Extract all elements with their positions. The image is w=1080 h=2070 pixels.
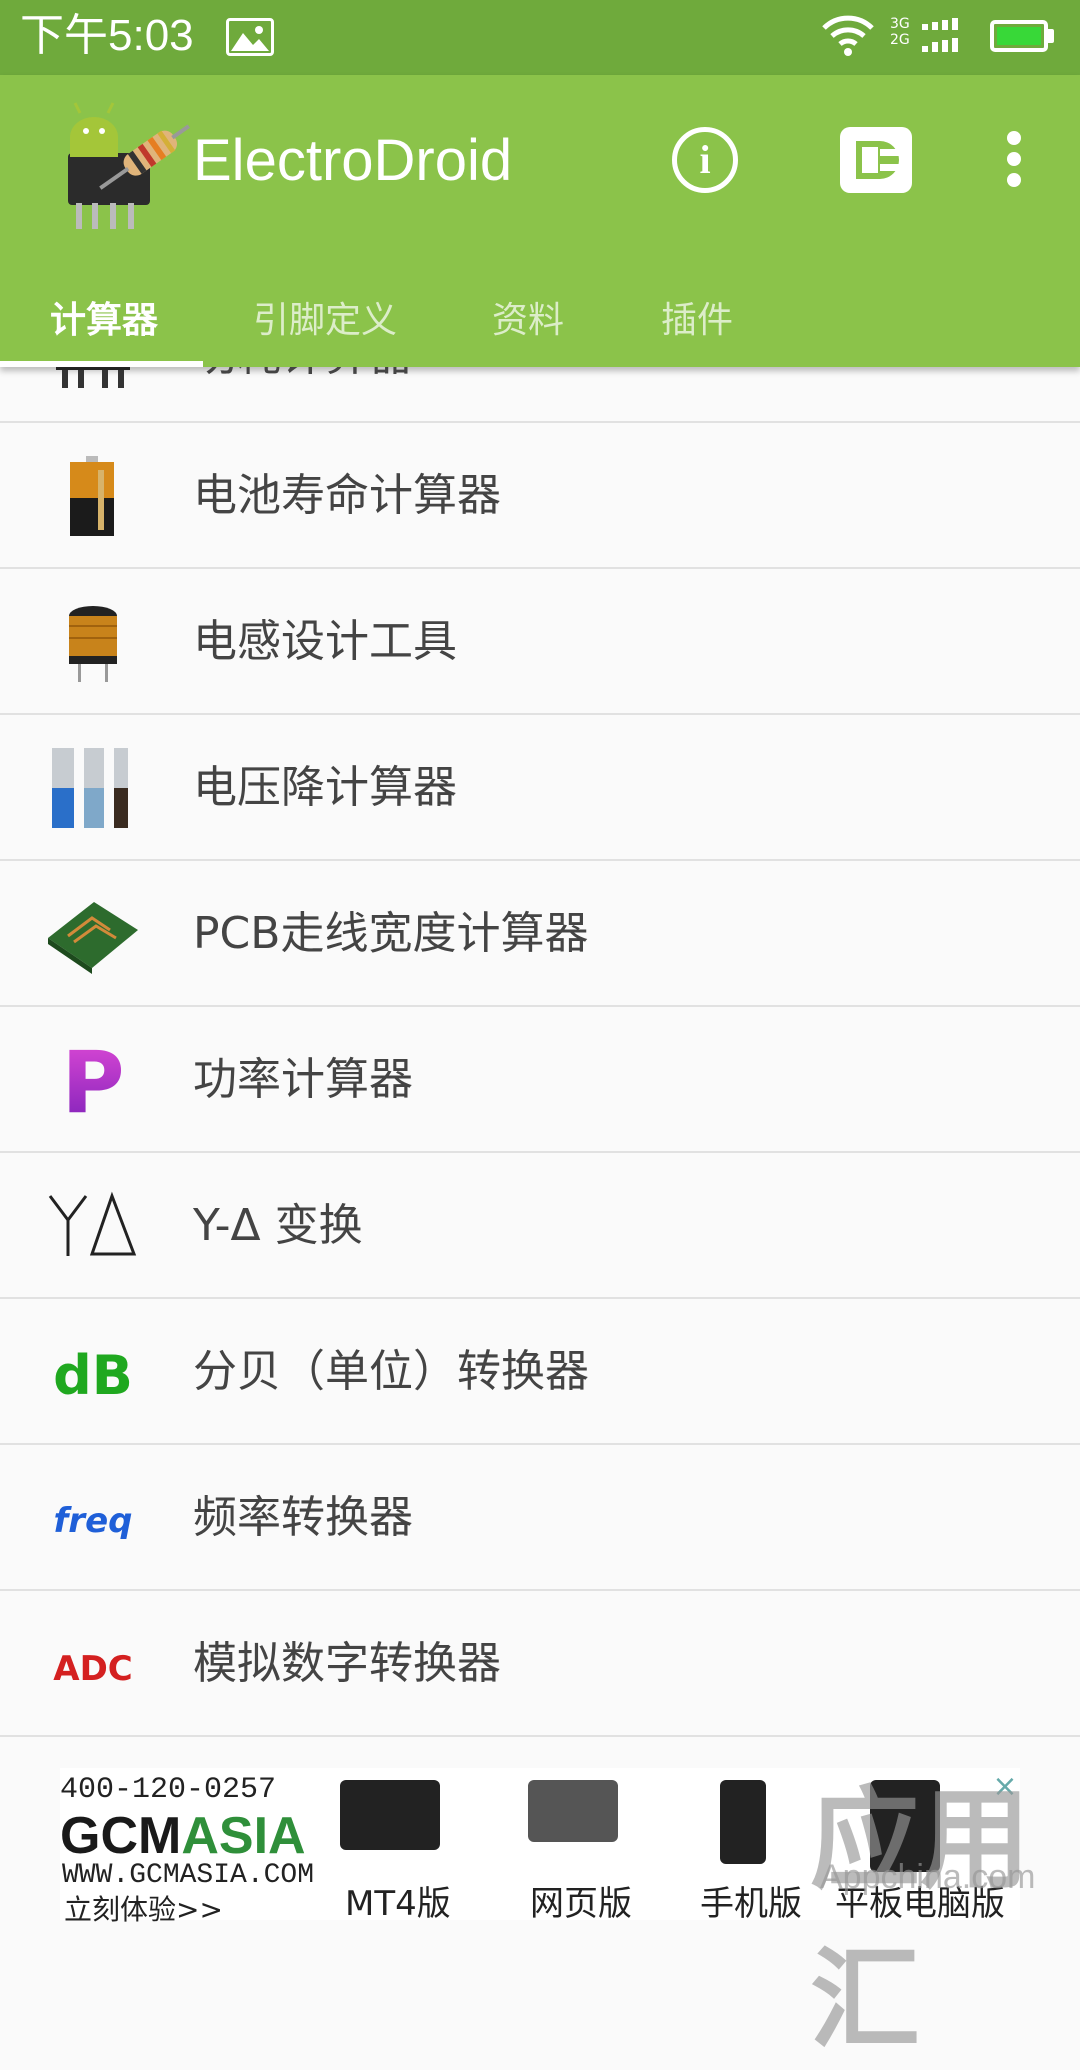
list-item[interactable]: dB 分贝（单位）转换器 (0, 1299, 1080, 1445)
tab-bar: 计算器 引脚定义 资料 插件 (0, 275, 1080, 367)
list-item-label: 模拟数字转换器 (193, 1638, 501, 1689)
monitor-icon (340, 1780, 440, 1850)
app-bar: ElectroDroid i 计算器 引脚定义 资料 插件 (0, 75, 1080, 367)
svg-text:freq: freq (54, 1501, 133, 1541)
power-p-icon: P (61, 1040, 124, 1120)
tab-pinouts[interactable]: 引脚定义 (253, 275, 397, 367)
wifi-icon (822, 15, 874, 56)
list-item-label: 电池寿命计算器 (193, 470, 501, 521)
inductor-icon (69, 606, 117, 682)
db-icon: dB (53, 1344, 133, 1407)
list-item[interactable]: Y-Δ 变换 (0, 1153, 1080, 1299)
tab-resources[interactable]: 资料 (492, 275, 564, 367)
ad-label-mobile: 手机版 (700, 1884, 802, 1924)
network-type: 3G 2G (890, 16, 910, 48)
list-item-label: 频率转换器 (193, 1492, 413, 1543)
ad-label-web: 网页版 (530, 1884, 632, 1924)
list-item-label: 电感设计工具 (193, 616, 457, 667)
wye-delta-icon (48, 1191, 137, 1256)
list-item[interactable]: PCB走线宽度计算器 (0, 861, 1080, 1007)
ad-label-mt4: MT4版 (345, 1884, 451, 1924)
list-item-label: Y-Δ 变换 (193, 1200, 363, 1251)
app-logo (68, 102, 190, 229)
tablet-icon (870, 1780, 940, 1872)
svg-text:P: P (61, 1040, 124, 1120)
list-item-label: 功耗计算器 (193, 367, 413, 429)
signal-icon (922, 18, 958, 52)
status-bar: 下午5:03 3G 2G (0, 0, 1080, 75)
ad-label-tablet: 平板电脑版 (835, 1884, 1005, 1924)
ad-brand: GCMASIA (60, 1807, 306, 1865)
app-title: ElectroDroid (193, 128, 513, 193)
ad-phone: 400-120-0257 (60, 1773, 277, 1807)
ad-site: WWW.GCMASIA.COM (62, 1860, 315, 1891)
laptop-icon (528, 1780, 618, 1842)
list-item-label: 分贝（单位）转换器 (193, 1346, 589, 1397)
more-vert-icon[interactable] (1000, 131, 1028, 191)
svg-text:ADC: ADC (53, 1649, 133, 1689)
list-item-label: 功率计算器 (193, 1054, 413, 1105)
ad-cta[interactable]: 立刻体验>> (64, 1888, 223, 1928)
list-item[interactable]: 功耗计算器 (0, 367, 1080, 423)
battery-icon (990, 20, 1048, 52)
ad-banner[interactable]: 400-120-0257 GCMASIA WWW.GCMASIA.COM 立刻体… (60, 1768, 1020, 1926)
adc-icon: ADC (53, 1649, 133, 1689)
list-item[interactable]: freq 频率转换器 (0, 1445, 1080, 1591)
battery-icon (70, 456, 114, 536)
status-time: 下午5:03 (20, 11, 194, 60)
svg-text:dB: dB (53, 1344, 133, 1407)
list-item[interactable]: 电压降计算器 (0, 715, 1080, 861)
phone-icon (720, 1780, 766, 1864)
calculator-list: 功耗计算器 电池寿命计算器 电感设计工具 电压降计 (0, 367, 1080, 1767)
close-icon[interactable]: × (990, 1772, 1020, 1802)
list-item[interactable]: ADC 模拟数字转换器 (0, 1591, 1080, 1737)
tab-calculators[interactable]: 计算器 (50, 275, 158, 367)
wire-icon (52, 748, 128, 828)
pcb-icon (48, 902, 138, 974)
list-item[interactable]: P 功率计算器 (0, 1007, 1080, 1153)
freq-icon: freq (54, 1501, 133, 1541)
info-icon[interactable]: i (672, 127, 738, 193)
heatsink-icon (56, 367, 130, 388)
list-item[interactable]: 电感设计工具 (0, 569, 1080, 715)
list-item-label: 电压降计算器 (193, 762, 457, 813)
plug-icon[interactable] (840, 127, 912, 193)
list-item[interactable]: 电池寿命计算器 (0, 423, 1080, 569)
image-notification-icon (226, 18, 274, 56)
tab-plugins[interactable]: 插件 (661, 275, 733, 367)
list-item-label: PCB走线宽度计算器 (193, 908, 589, 959)
